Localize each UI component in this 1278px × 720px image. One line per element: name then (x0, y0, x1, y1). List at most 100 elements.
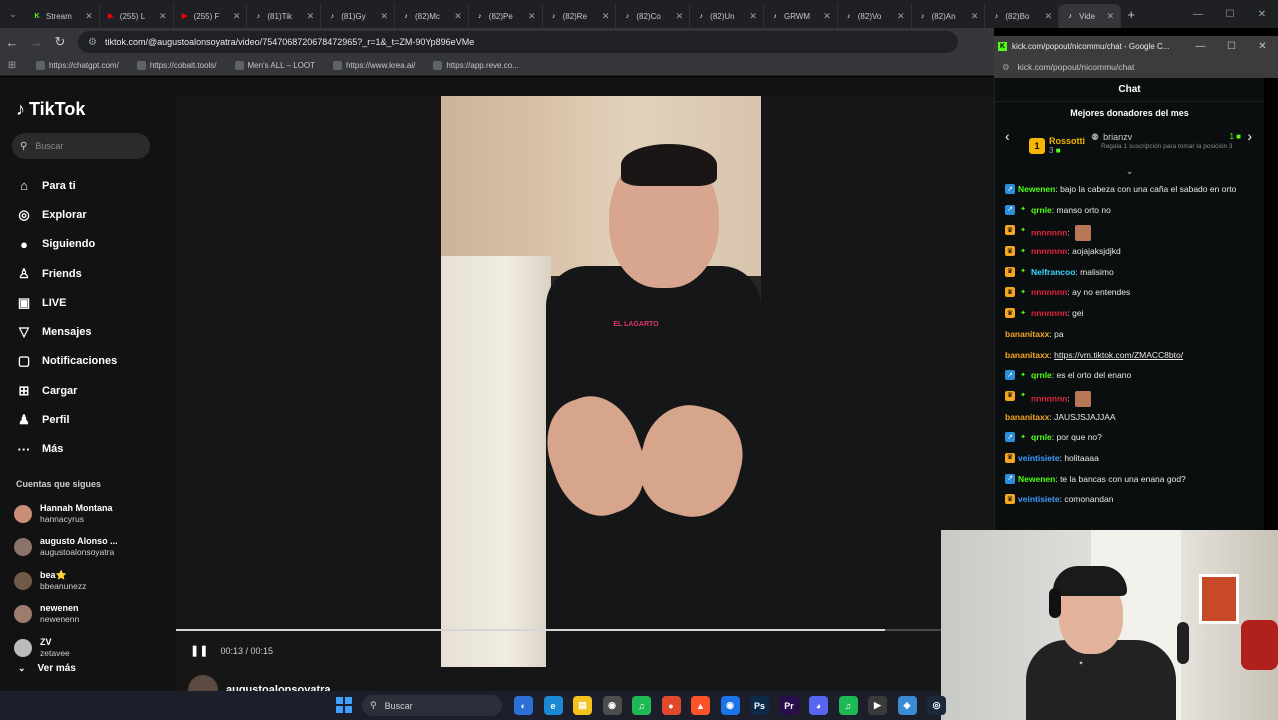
discord-icon[interactable]: ◕ (809, 696, 828, 715)
chrome-icon[interactable]: ◉ (602, 696, 622, 715)
browser-tab[interactable]: ♪ (82)Mc ✕ (395, 4, 469, 28)
chat-username[interactable]: veintisiete (1018, 453, 1060, 463)
chat-link[interactable]: https://vm.tiktok.com/ZMACC8bto/ (1054, 350, 1183, 360)
browser-tab[interactable]: ▶ (255) L ✕ (100, 4, 174, 28)
tab-close-icon[interactable]: ✕ (85, 11, 93, 22)
browser-tab[interactable]: ♪ Vide ✕ (1059, 4, 1122, 28)
bookmark-item[interactable]: https://chatgpt.com/ (36, 61, 119, 70)
tab-close-icon[interactable]: ✕ (1045, 11, 1053, 22)
copilot-icon[interactable]: ◐ (514, 696, 533, 715)
browser-tab[interactable]: ♪ GRWM ✕ (764, 4, 838, 28)
chat-username[interactable]: Newenen (1018, 184, 1055, 194)
tab-close-icon[interactable]: ✕ (676, 11, 684, 22)
minimize-icon[interactable]: — (1182, 0, 1214, 28)
tab-close-icon[interactable]: ✕ (454, 11, 462, 22)
kick-maximize-icon[interactable]: ☐ (1216, 36, 1247, 56)
chat-username[interactable]: nnnnnnn (1031, 246, 1067, 256)
following-account[interactable]: ZV zetavee (14, 631, 174, 665)
browser-tab[interactable]: ♪ (82)Vo ✕ (838, 4, 912, 28)
browser-tab[interactable]: ♪ (81)Gy ✕ (321, 4, 395, 28)
browser-tab[interactable]: ♪ (82)An ✕ (912, 4, 986, 28)
url-input[interactable]: ⚙ tiktok.com/@augustoalonsoyatra/video/7… (78, 31, 958, 53)
video-frame[interactable]: EL LAGARTO (441, 96, 761, 667)
chat-username[interactable]: qrnle (1031, 205, 1052, 215)
nav-item-para-ti[interactable]: ⌂ Para ti (14, 171, 174, 200)
chat-username[interactable]: veintisiete (1018, 494, 1060, 504)
play-icon[interactable]: ▶ (868, 696, 887, 715)
chat-username[interactable]: nnnnnnn (1031, 308, 1067, 318)
tab-close-icon[interactable]: ✕ (602, 11, 610, 22)
chat-username[interactable]: bananitaxx (1005, 329, 1049, 339)
browser-tab[interactable]: ♪ (82)Bo ✕ (985, 4, 1060, 28)
browser-tab[interactable]: ▶ (255) F ✕ (174, 4, 248, 28)
chevron-right-icon[interactable]: › (1247, 128, 1252, 144)
browser-tab[interactable]: K Stream ✕ (26, 4, 100, 28)
tab-close-icon[interactable]: ✕ (380, 11, 388, 22)
tab-close-icon[interactable]: ✕ (823, 11, 831, 22)
tab-close-icon[interactable]: ✕ (528, 11, 536, 22)
back-icon[interactable]: ← (0, 28, 24, 56)
chat-username[interactable]: bananitaxx (1005, 412, 1049, 422)
expand-pinned-icon[interactable]: ⌄ (995, 166, 1264, 182)
edge-icon[interactable]: e (543, 696, 563, 715)
spotify2-icon[interactable]: ♫ (838, 696, 858, 715)
nav-item-mensajes[interactable]: ▽ Mensajes (14, 317, 174, 346)
chat-username[interactable]: bananitaxx (1005, 350, 1049, 360)
tab-close-icon[interactable]: ✕ (971, 11, 979, 22)
bookmark-item[interactable]: https://www.krea.ai/ (333, 61, 415, 70)
new-tab-button[interactable]: + (1121, 7, 1141, 22)
chat-username[interactable]: Nelfrancoo (1031, 267, 1075, 277)
maximize-icon[interactable]: ☐ (1214, 0, 1246, 28)
chat-username[interactable]: Newenen (1018, 474, 1055, 484)
chat-username[interactable]: nnnnnnn (1031, 287, 1067, 297)
pause-icon[interactable]: ❚❚ (190, 644, 208, 657)
see-more-button[interactable]: ⌄ Ver más (18, 663, 76, 674)
photoshop-icon[interactable]: Ps (750, 696, 769, 715)
nav-item-perfil[interactable]: ♟ Perfil (14, 405, 174, 434)
bookmark-item[interactable]: Men's ALL – LOOT (234, 61, 315, 70)
chrome2-icon[interactable]: ◉ (720, 696, 740, 715)
chat-username[interactable]: nnnnnnn (1031, 393, 1067, 403)
app-red-icon[interactable]: ● (661, 696, 681, 715)
video-player[interactable]: EL LAGARTO ❚❚ 00:13 / 00:15 augustoalons… (176, 96, 994, 705)
following-account[interactable]: newenen newenenn (14, 598, 174, 632)
following-account[interactable]: bea⭐ bbeanunezz (14, 564, 174, 598)
following-account[interactable]: Hannah Montana hannacyrus (14, 497, 174, 531)
bookmark-item[interactable]: https://app.reve.co... (433, 61, 519, 70)
files-icon[interactable]: ▤ (573, 696, 592, 715)
chat-username[interactable]: qrnle (1031, 370, 1052, 380)
tab-close-icon[interactable]: ✕ (897, 11, 905, 22)
tab-close-icon[interactable]: ✕ (159, 11, 167, 22)
steam-icon[interactable]: ◎ (927, 696, 946, 715)
chat-username[interactable]: qrnle (1031, 432, 1052, 442)
windows-start-icon[interactable] (336, 697, 352, 713)
nav-item-cargar[interactable]: ⊞ Cargar (14, 376, 174, 405)
nav-item-live[interactable]: ▣ LIVE (14, 288, 174, 317)
tab-close-icon[interactable]: ✕ (307, 11, 315, 22)
tiktok-search-input[interactable]: ⚲ Buscar (12, 133, 150, 159)
apps-icon[interactable]: ⊞ (0, 60, 24, 71)
taskbar-search-input[interactable]: ⚲ Buscar (362, 695, 502, 716)
chat-username[interactable]: nnnnnnn (1031, 228, 1067, 238)
nav-item-friends[interactable]: ♙ Friends (14, 259, 174, 288)
close-icon[interactable]: ✕ (1246, 0, 1278, 28)
video-progress-bar[interactable] (176, 629, 994, 631)
nav-item-m-s[interactable]: ··· Más (14, 435, 174, 464)
browser-tab[interactable]: ♪ (81)Tik ✕ (247, 4, 322, 28)
browser-tab[interactable]: ♪ (82)Re ✕ (543, 4, 617, 28)
browser-tab[interactable]: ♪ (82)Pe ✕ (469, 4, 543, 28)
tab-close-icon[interactable]: ✕ (749, 11, 757, 22)
browser-tab[interactable]: ♪ (82)Co ✕ (616, 4, 691, 28)
premiere-icon[interactable]: Pr (779, 696, 799, 715)
tab-close-icon[interactable]: ✕ (1107, 11, 1115, 22)
nav-item-explorar[interactable]: ◎ Explorar (14, 200, 174, 229)
forward-icon[interactable]: → (24, 28, 48, 56)
chevron-left-icon[interactable]: ‹ (1005, 128, 1010, 144)
kick-close-icon[interactable]: ✕ (1247, 36, 1278, 56)
tab-close-icon[interactable]: ✕ (233, 11, 241, 22)
following-account[interactable]: augusto Alonso ... augustoalonsoyatra (14, 531, 174, 565)
nav-item-notificaciones[interactable]: ▢ Notificaciones (14, 347, 174, 376)
browser-tab[interactable]: ♪ (82)Un ✕ (690, 4, 764, 28)
app-blue-icon[interactable]: ◈ (897, 696, 917, 715)
nav-item-siguiendo[interactable]: ● Siguiendo (14, 230, 174, 259)
